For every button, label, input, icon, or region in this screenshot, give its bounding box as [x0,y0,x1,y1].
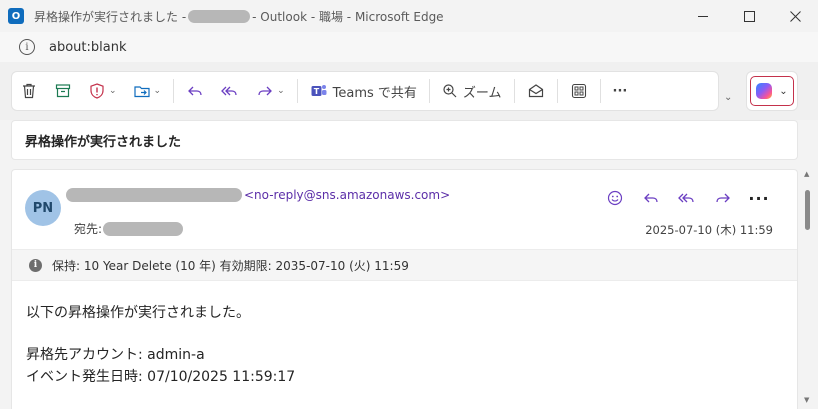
copilot-button-inner: ⌄ [750,76,794,106]
more-options-button[interactable]: ··· [605,75,636,107]
scroll-up-arrow-icon[interactable]: ▲ [804,170,809,178]
chevron-down-icon: ⌄ [153,86,162,96]
window-controls [680,0,818,32]
message-datetime: 2025-07-10 (木) 11:59 [645,223,773,237]
copilot-icon [756,83,773,99]
address-url[interactable]: about:blank [49,40,127,55]
more-options-label: ··· [612,83,628,99]
message-panel: PN <no-reply@sns.amazonaws.com> 宛先: ··· … [11,169,798,409]
retention-text: 保持: 10 Year Delete (10 年) 有効期限: 2035-07-… [52,258,409,273]
message-forward-button[interactable] [705,184,741,212]
reply-all-button[interactable] [212,75,248,107]
site-info-icon[interactable]: i [19,39,35,55]
info-icon: i [29,258,42,272]
chevron-down-icon: ⌄ [109,86,117,96]
reply-icon [188,86,202,96]
move-button[interactable]: ⌄ [125,75,170,107]
ribbon-expand-chevron-icon[interactable]: ⌄ [724,92,732,103]
window-title-prefix: 昇格操作が実行されました - [34,9,187,24]
apps-button[interactable] [562,75,596,107]
title-bar: O 昇格操作が実行されました - - Outlook - 職場 - Micros… [0,0,818,32]
reply-button[interactable] [178,75,212,107]
archive-icon [55,84,71,98]
vertical-scrollbar[interactable]: ▲ ▼ [801,170,815,409]
zoom-label: ズーム [462,85,502,101]
redacted-sender-name [66,188,242,202]
ribbon-area: ⌄ ⌄ ⌄ T Teams で共有 ズーム ··· ⌄ ⌄ [0,62,818,120]
message-more-button[interactable]: ··· [741,184,777,212]
avatar[interactable]: PN [25,190,61,226]
message-subject: 昇格操作が実行されました [11,120,798,160]
apps-grid-icon [571,83,586,99]
forward-icon [258,86,273,96]
close-icon [789,10,801,22]
delete-button[interactable] [12,75,46,107]
copilot-button[interactable]: ⌄ [746,71,798,111]
outlook-app-icon: O [8,8,24,24]
window-title: 昇格操作が実行されました - - Outlook - 職場 - Microsof… [34,8,444,25]
divider [428,79,430,103]
report-button[interactable]: ⌄ [80,75,125,107]
teams-icon: T [311,85,327,96]
divider [173,79,175,103]
shield-alert-icon [90,83,104,99]
scroll-down-arrow-icon[interactable]: ▼ [804,396,809,404]
to-label: 宛先: [74,222,103,236]
envelope-open-icon [528,84,543,98]
zoom-button[interactable]: ズーム [434,75,510,107]
forward-icon [716,193,730,203]
reply-icon [644,193,658,203]
divider [599,79,601,103]
folder-move-icon [133,86,150,98]
message-reply-button[interactable] [633,184,669,212]
trash-icon [23,83,35,99]
window-title-suffix: - Outlook - 職場 - Microsoft Edge [252,9,444,24]
message-actions: ··· [597,184,777,212]
retention-banner: i 保持: 10 Year Delete (10 年) 有効期限: 2035-0… [12,249,797,281]
share-teams-label: Teams で共有 [332,85,417,101]
redacted-recipient[interactable] [103,221,184,236]
recipient-row: 宛先: [74,220,184,237]
maximize-icon [743,10,755,22]
redacted-sender-name [188,9,251,23]
svg-text:T: T [313,87,319,96]
body-line: 以下の昇格操作が実行されました。 [26,305,250,321]
sender-email[interactable]: <no-reply@sns.amazonaws.com> [244,188,450,202]
archive-button[interactable] [46,75,80,107]
share-teams-button[interactable]: T Teams で共有 [302,75,425,107]
body-line: イベント発生日時: 07/10/2025 11:59:17 [26,369,296,385]
maximize-button[interactable] [726,0,772,32]
divider [513,79,515,103]
address-bar: i about:blank [0,32,818,62]
reply-all-icon [678,193,694,203]
scrollbar-thumb[interactable] [805,190,810,230]
divider [296,79,298,103]
ribbon-toolbar: ⌄ ⌄ ⌄ T Teams で共有 ズーム ··· [11,71,719,111]
minimize-button[interactable] [680,0,726,32]
mark-read-button[interactable] [519,75,553,107]
sender-row: <no-reply@sns.amazonaws.com> [66,188,450,202]
body-line: 昇格先アカウント: admin-a [26,347,205,363]
message-body: 以下の昇格操作が実行されました。 昇格先アカウント: admin-a イベント発… [26,302,295,388]
reply-all-icon [221,86,237,96]
minimize-icon [697,15,708,17]
close-button[interactable] [772,0,818,32]
chevron-down-icon: ⌄ [779,85,788,97]
chevron-down-icon: ⌄ [277,86,285,96]
react-button[interactable] [597,184,633,212]
forward-button[interactable]: ⌄ [248,75,293,107]
message-reply-all-button[interactable] [669,184,705,212]
zoom-icon [443,84,457,98]
divider [556,79,558,103]
smiley-icon [607,190,623,206]
